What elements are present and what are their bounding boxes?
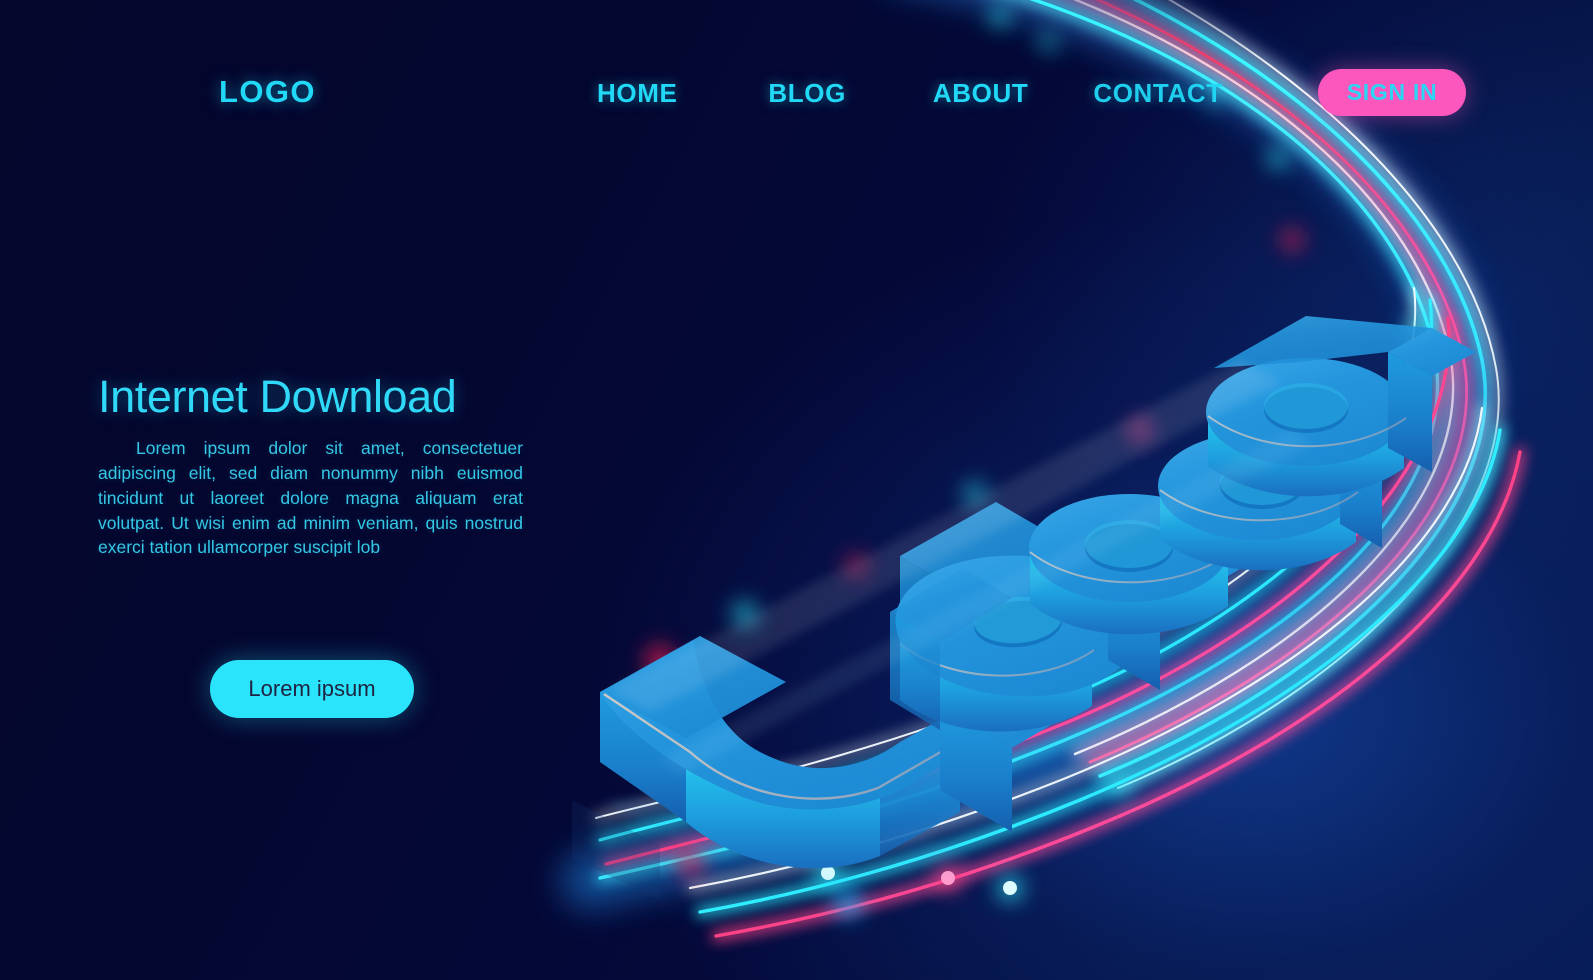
glass-sheen [610,360,1312,774]
letter-a [1158,422,1424,571]
nav-link-contact[interactable]: CONTACT [1093,78,1222,109]
logo[interactable]: LOGO [219,74,316,110]
letter-d [1206,316,1476,497]
page-title: Internet Download [98,371,457,422]
site-header: LOGO HOME BLOG ABOUT CONTACT SIGN IN [0,0,1593,175]
letter-reflection [572,800,980,900]
letter-p [890,555,1141,832]
main-navigation: HOME BLOG ABOUT CONTACT [597,78,1223,109]
landing-page: LOGO HOME BLOG ABOUT CONTACT SIGN IN Int… [0,0,1593,980]
letter-U [600,502,1082,869]
letter-o [1029,494,1229,635]
cta-button[interactable]: Lorem ipsum [210,660,414,718]
letter-l [1108,512,1286,690]
sign-in-button[interactable]: SIGN IN [1318,69,1466,116]
hero-paragraph: Lorem ipsum dolor sit amet, consectetuer… [98,438,523,558]
nav-link-blog[interactable]: BLOG [768,78,846,109]
nav-link-home[interactable]: HOME [597,78,677,109]
nav-link-about[interactable]: ABOUT [933,78,1028,109]
hero-copy: Internet Download Lorem ipsum dolor sit … [98,374,528,560]
